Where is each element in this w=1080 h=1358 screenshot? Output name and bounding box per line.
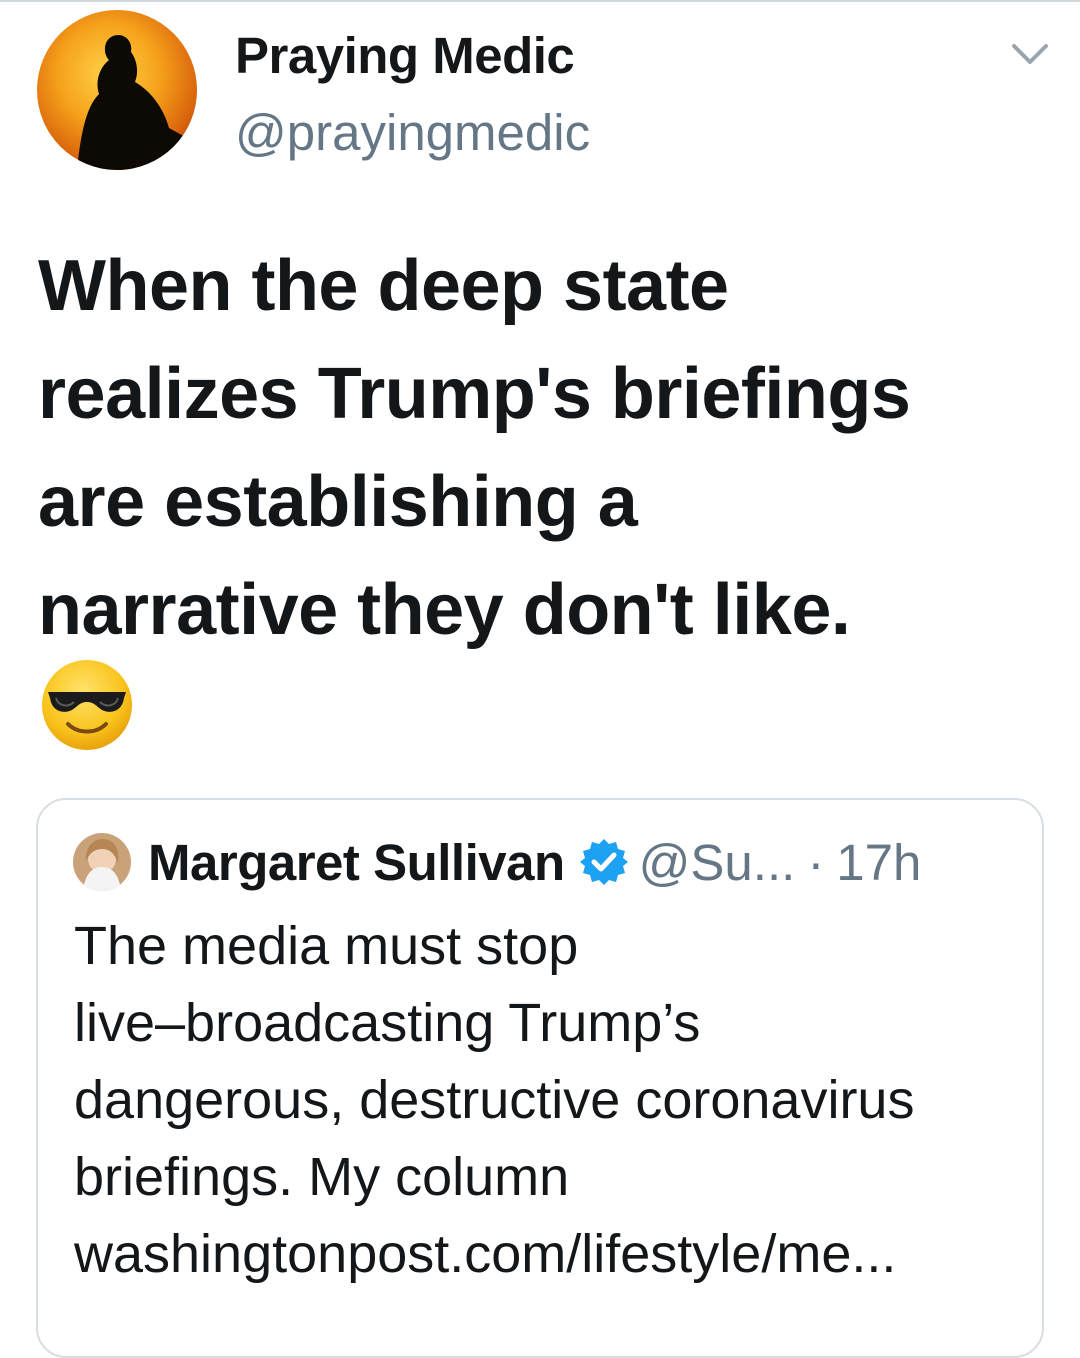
tweet-line: narrative they don't like. bbox=[38, 570, 851, 650]
top-divider bbox=[0, 0, 1080, 2]
author-handle[interactable]: @prayingmedic bbox=[235, 103, 590, 162]
quoted-tweet-link[interactable]: washingtonpost.com/lifestyle/me... bbox=[74, 1216, 1034, 1293]
quoted-tweet-line: The media must stop bbox=[74, 916, 579, 976]
quoted-tweet-line: dangerous, destructive coronavirus bbox=[74, 1070, 915, 1130]
author-avatar[interactable] bbox=[37, 10, 197, 170]
tweet-line: are establishing a bbox=[38, 462, 638, 542]
verified-badge-icon bbox=[579, 839, 628, 885]
tweet-line: realizes Trump's briefings bbox=[38, 354, 911, 434]
quoted-tweet-text: The media must stop live–broadcasting Tr… bbox=[74, 908, 1034, 1293]
separator-dot: · bbox=[807, 833, 825, 891]
quoted-tweet-header: Margaret Sullivan @Su... · 17h bbox=[148, 830, 921, 894]
tweet-line: When the deep state bbox=[38, 246, 729, 326]
quoted-tweet-line: live–broadcasting Trump’s bbox=[74, 993, 701, 1053]
quoted-author-avatar[interactable] bbox=[73, 833, 131, 891]
tweet-text: When the deep state realizes Trump's bri… bbox=[38, 232, 1048, 664]
author-name[interactable]: Praying Medic bbox=[235, 26, 575, 85]
sunglasses-emoji-icon bbox=[40, 658, 134, 752]
quoted-author-handle[interactable]: @Su... bbox=[639, 833, 796, 892]
chevron-down-icon[interactable] bbox=[1008, 36, 1052, 72]
quoted-tweet-timestamp[interactable]: 17h bbox=[836, 833, 921, 892]
quoted-author-name[interactable]: Margaret Sullivan bbox=[148, 833, 565, 892]
quoted-tweet-line: briefings. My column bbox=[74, 1147, 570, 1207]
